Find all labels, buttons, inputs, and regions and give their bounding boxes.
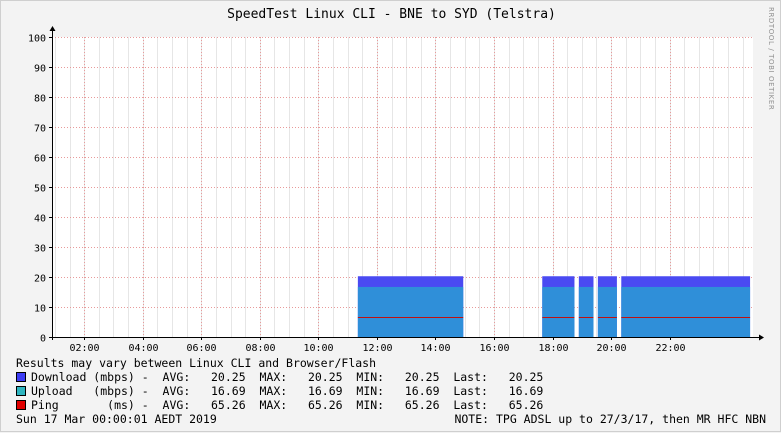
upload-area — [621, 286, 751, 337]
x-tick-label: 20:00 — [596, 343, 626, 354]
area-layer — [357, 276, 751, 337]
graph-frame: SpeedTest Linux CLI - BNE to SYD (Telstr… — [0, 0, 781, 432]
y-tick-label: 60 — [34, 154, 46, 165]
x-tick-label: 10:00 — [303, 343, 333, 354]
legend-download: Download (mbps) - AVG: 20.25 MAX: 20.25 … — [16, 370, 543, 384]
legend-upload-text: Upload (mbps) - AVG: 16.69 MAX: 16.69 MI… — [31, 384, 544, 398]
upload-area — [578, 286, 594, 337]
x-tick-label: 04:00 — [128, 343, 158, 354]
x-tick-label: 14:00 — [420, 343, 450, 354]
upload-swatch — [16, 386, 26, 396]
y-axis-arrow — [49, 26, 56, 31]
x-tick-label: 08:00 — [245, 343, 275, 354]
upload-area — [357, 286, 464, 337]
y-tick-label: 40 — [34, 214, 46, 225]
x-tick-label: 18:00 — [538, 343, 568, 354]
legend-download-text: Download (mbps) - AVG: 20.25 MAX: 20.25 … — [31, 370, 544, 384]
footnote-text: NOTE: TPG ADSL up to 27/3/17, then MR HF… — [454, 412, 766, 426]
x-tick-label: 22:00 — [655, 343, 685, 354]
timestamp-text: Sun 17 Mar 00:00:01 AEDT 2019 — [16, 412, 217, 426]
download-swatch — [16, 372, 26, 382]
x-tick-label: 02:00 — [69, 343, 99, 354]
y-tick-label: 50 — [34, 184, 46, 195]
y-tick-label: 80 — [34, 94, 46, 105]
y-tick-label: 0 — [40, 334, 46, 345]
x-axis-arrow — [759, 334, 764, 341]
legend-ping: Ping (ms) - AVG: 65.26 MAX: 65.26 MIN: 6… — [16, 398, 543, 412]
disclaimer-text: Results may vary between Linux CLI and B… — [16, 356, 377, 370]
y-tick-label: 90 — [34, 64, 46, 75]
x-tick-label: 16:00 — [479, 343, 509, 354]
legend-upload: Upload (mbps) - AVG: 16.69 MAX: 16.69 MI… — [16, 384, 543, 398]
y-tick-label: 10 — [34, 304, 46, 315]
y-tick-label: 70 — [34, 124, 46, 135]
y-tick-label: 100 — [28, 34, 46, 45]
ping-swatch — [16, 400, 26, 410]
x-tick-label: 12:00 — [362, 343, 392, 354]
y-tick-label: 30 — [34, 244, 46, 255]
legend-ping-text: Ping (ms) - AVG: 65.26 MAX: 65.26 MIN: 6… — [31, 398, 544, 412]
upload-area — [542, 286, 575, 337]
x-tick-label: 06:00 — [186, 343, 216, 354]
upload-area — [597, 286, 617, 337]
y-tick-label: 20 — [34, 274, 46, 285]
